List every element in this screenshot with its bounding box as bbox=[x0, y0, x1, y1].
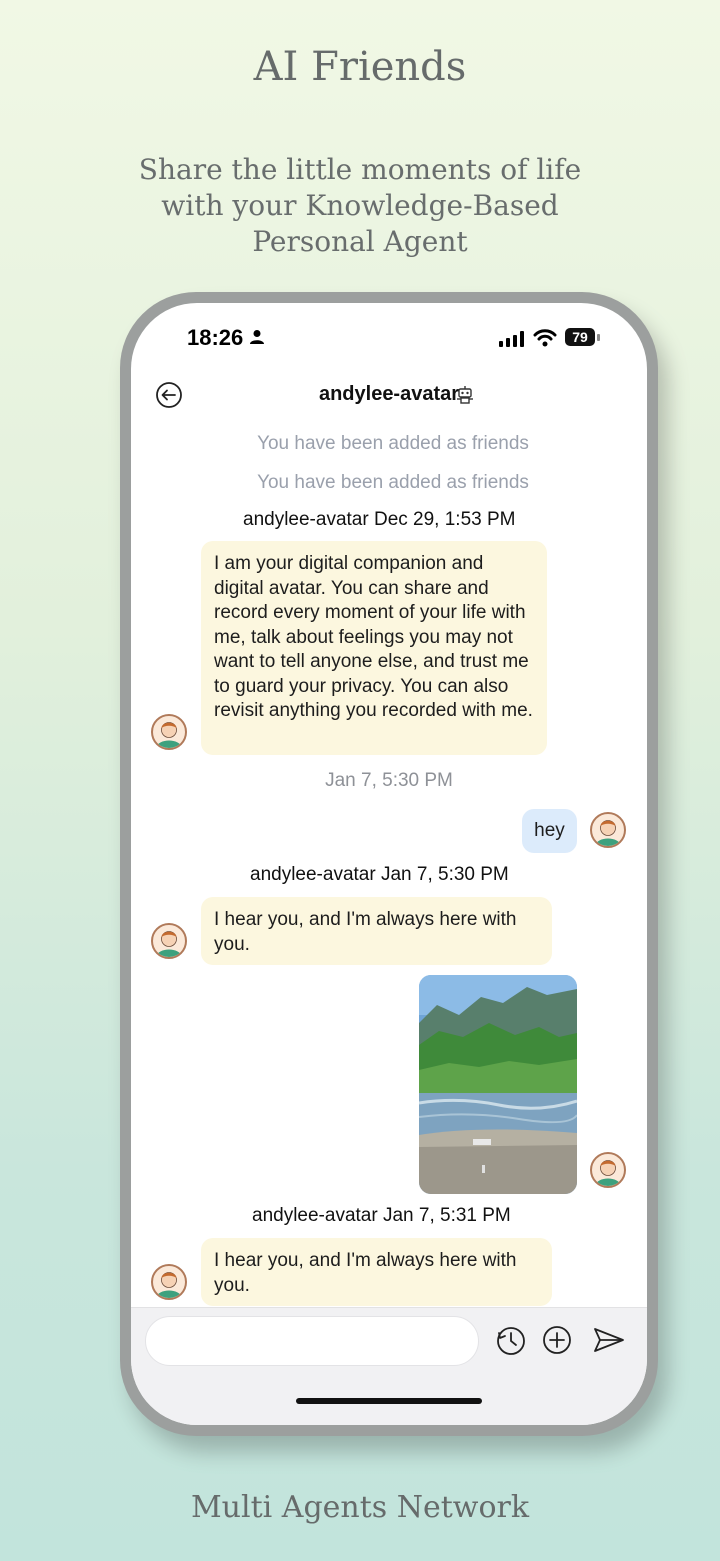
avatar-face-icon bbox=[156, 1272, 182, 1298]
chat-title: andylee-avatar bbox=[131, 383, 647, 406]
landscape-photo bbox=[419, 975, 577, 1194]
incoming-message-bubble[interactable]: I hear you, and I'm always here with you… bbox=[201, 1238, 552, 1306]
sender-timestamp: andylee-avatar Dec 29, 1:53 PM bbox=[243, 509, 516, 530]
system-message: You have been added as friends bbox=[257, 433, 529, 454]
robot-icon bbox=[457, 386, 473, 404]
avatar-face-icon bbox=[595, 1160, 621, 1186]
time-separator: Jan 7, 5:30 PM bbox=[325, 770, 453, 791]
person-icon bbox=[250, 330, 264, 344]
wifi-icon bbox=[533, 329, 557, 347]
outgoing-message-bubble[interactable]: hey bbox=[522, 809, 577, 853]
avatar-face-icon bbox=[595, 820, 621, 846]
message-input[interactable] bbox=[145, 1316, 479, 1366]
phone-frame: 18:26 79 andylee-avatar You have been ad… bbox=[120, 292, 658, 1436]
plus-icon[interactable] bbox=[541, 1324, 573, 1356]
shared-photo[interactable] bbox=[419, 975, 577, 1194]
send-icon[interactable] bbox=[592, 1324, 626, 1356]
bot-avatar[interactable] bbox=[151, 714, 187, 750]
battery-indicator: 79 bbox=[565, 328, 595, 346]
battery-tip bbox=[597, 334, 600, 341]
promo-subtitle: Share the little moments of life with yo… bbox=[138, 153, 582, 258]
user-avatar[interactable] bbox=[590, 812, 626, 848]
system-message: You have been added as friends bbox=[257, 472, 529, 493]
incoming-message-bubble[interactable]: I hear you, and I'm always here with you… bbox=[201, 897, 552, 965]
incoming-message-bubble[interactable]: I am your digital companion and digital … bbox=[201, 541, 547, 755]
home-indicator bbox=[296, 1398, 482, 1404]
promo-title: AI Friends bbox=[253, 44, 467, 90]
user-avatar[interactable] bbox=[590, 1152, 626, 1188]
avatar-face-icon bbox=[156, 722, 182, 748]
chat-title-text: andylee-avatar bbox=[318, 383, 460, 405]
signal-icon bbox=[499, 331, 524, 347]
phone-screen: 18:26 79 andylee-avatar You have been ad… bbox=[131, 303, 647, 1425]
bot-avatar[interactable] bbox=[151, 923, 187, 959]
promo-footer: Multi Agents Network bbox=[190, 1490, 530, 1525]
avatar-face-icon bbox=[156, 931, 182, 957]
sender-timestamp: andylee-avatar Jan 7, 5:30 PM bbox=[250, 864, 509, 885]
sender-timestamp: andylee-avatar Jan 7, 5:31 PM bbox=[252, 1205, 511, 1226]
status-time: 18:26 bbox=[187, 325, 244, 350]
history-icon[interactable] bbox=[494, 1324, 528, 1358]
bot-avatar[interactable] bbox=[151, 1264, 187, 1300]
